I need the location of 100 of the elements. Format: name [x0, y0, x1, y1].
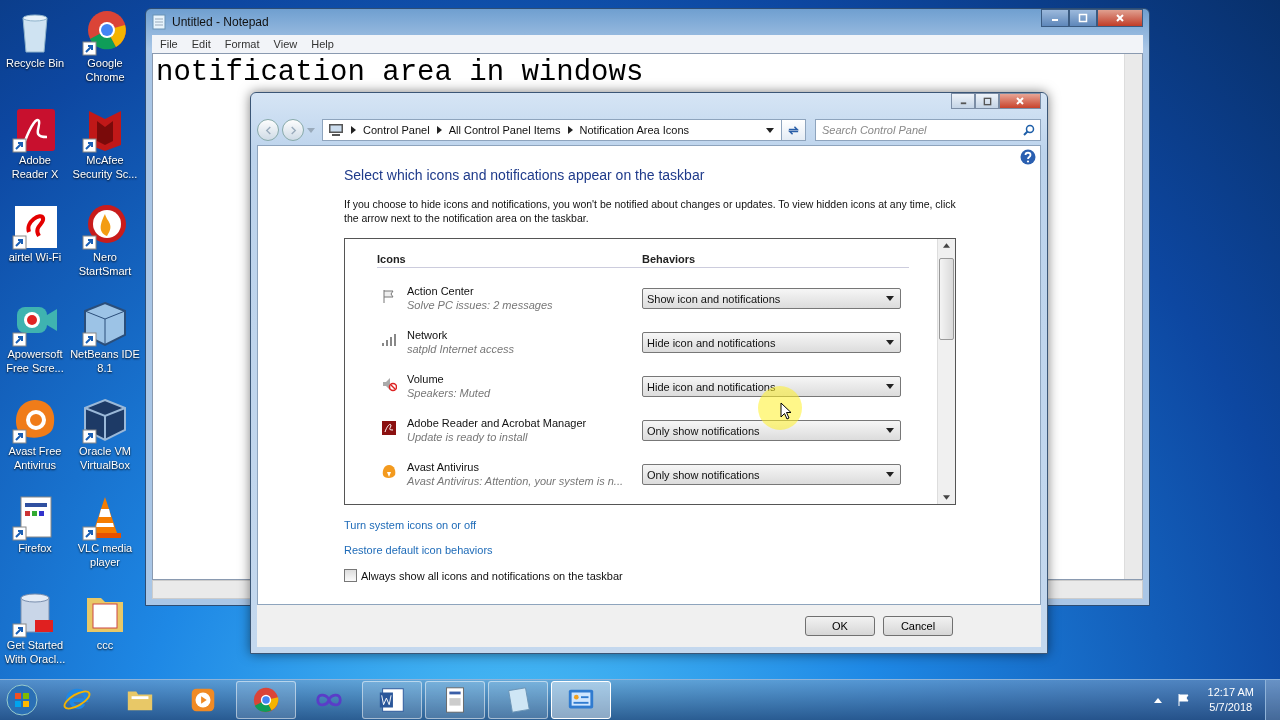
show-desktop-button[interactable]	[1265, 680, 1280, 720]
desktop-icon-label[interactable]: NetBeans IDE 8.1	[70, 347, 140, 375]
close-button[interactable]	[999, 93, 1041, 109]
desktop-icon-label[interactable]: Nero StartSmart	[70, 250, 140, 278]
maximize-button[interactable]	[1069, 9, 1097, 27]
scroll-up-icon[interactable]	[943, 243, 950, 248]
flag-icon[interactable]	[1176, 693, 1191, 707]
menu-item[interactable]: File	[160, 38, 178, 50]
minimize-button[interactable]	[951, 93, 975, 109]
caret-icon	[886, 384, 894, 389]
ok-button[interactable]: OK	[805, 616, 875, 636]
behavior-dropdown[interactable]: Only show notifications	[642, 464, 901, 485]
column-header: Behaviors	[642, 253, 696, 265]
column-header: Icons	[377, 253, 407, 265]
desktop-icon-label[interactable]: Google Chrome	[70, 56, 140, 84]
app-status: Speakers: Muted	[407, 386, 492, 400]
desktop-icon-label[interactable]: Get Started With Oracl...	[0, 638, 70, 666]
desktop-icon-label[interactable]: Apowersoft Free Scre...	[0, 347, 70, 375]
app-name: Network	[407, 328, 449, 342]
desktop-icon-label[interactable]: Oracle VM VirtualBox	[70, 444, 140, 472]
taskbar-button[interactable]	[488, 681, 548, 719]
app-status: Avast Antivirus: Attention, your system is n...	[407, 474, 624, 488]
help-icon[interactable]	[1020, 149, 1036, 165]
signal-bars-icon	[381, 332, 397, 348]
breadcrumb-item[interactable]: All Control Panel Items	[448, 124, 561, 136]
computer-icon	[328, 123, 344, 137]
desktop-icon-label[interactable]: Recycle Bin	[0, 56, 70, 70]
app-name: Action Center	[407, 284, 475, 298]
taskbar-button[interactable]	[236, 681, 296, 719]
app-status: satpld Internet access	[407, 342, 515, 356]
app-status: Solve PC issues: 2 messages	[407, 298, 554, 312]
search-field[interactable]: Search Control Panel	[815, 119, 1041, 141]
menu-item[interactable]: View	[273, 38, 298, 50]
minimize-button[interactable]	[1041, 9, 1069, 27]
refresh-button[interactable]	[781, 120, 805, 140]
menu-item[interactable]: Help	[311, 38, 334, 50]
windows-logo-icon	[6, 684, 38, 716]
desktop-icon-label[interactable]: Adobe Reader X	[0, 153, 70, 181]
taskbar-button[interactable]	[551, 681, 611, 719]
cube-icon[interactable]	[81, 299, 129, 347]
chrome-icon[interactable]	[81, 8, 129, 56]
cancel-button[interactable]: Cancel	[883, 616, 953, 636]
desktop-icon-label[interactable]: VLC media player	[70, 541, 140, 569]
breadcrumb-item[interactable]: Control Panel	[363, 124, 430, 136]
maximize-icon	[1078, 13, 1088, 23]
caret-icon	[886, 472, 894, 477]
breadcrumb-arrow-icon[interactable]	[436, 126, 442, 134]
desktop-icon-label[interactable]: Firefox	[0, 541, 70, 555]
close-button[interactable]	[1097, 9, 1143, 27]
app-name: Avast Antivirus	[407, 460, 480, 474]
show-hidden-icons-icon[interactable]	[1153, 697, 1162, 703]
document-text: notification area in windows	[156, 56, 644, 89]
close-icon	[1115, 13, 1125, 23]
mouse-pointer-icon	[780, 402, 792, 420]
chrome-icon	[251, 685, 281, 715]
caret-icon	[886, 428, 894, 433]
breadcrumb-arrow-icon[interactable]	[567, 126, 573, 134]
taskbar-button[interactable]	[362, 681, 422, 719]
close-icon	[1015, 96, 1025, 106]
desktop-icon-label[interactable]: ccc	[70, 638, 140, 652]
breadcrumb-arrow-icon[interactable]	[351, 126, 356, 134]
notepad-icon	[152, 14, 166, 30]
app-name: Volume	[407, 372, 445, 386]
behavior-dropdown[interactable]: Hide icon and notifications	[642, 332, 901, 353]
caret-icon	[886, 340, 894, 345]
blob-logo-icon	[381, 464, 397, 480]
checkbox-label[interactable]: Always show all icons and notifications on the taskbar	[361, 569, 623, 582]
page-heading: Select which icons and notifications appear on the taskbar	[344, 167, 705, 183]
search-icon[interactable]	[1023, 124, 1035, 136]
flag-icon	[381, 288, 397, 304]
desktop-icon-label[interactable]: McAfee Security Sc...	[70, 153, 140, 181]
scroll-down-icon[interactable]	[943, 495, 950, 500]
checkbox[interactable]	[344, 569, 357, 582]
caret-icon	[886, 296, 894, 301]
link[interactable]: Turn system icons on or off	[344, 519, 477, 531]
vertical-scrollbar[interactable]	[1124, 54, 1142, 579]
description-text: If you choose to hide icons and notifications, you won't be notified about changes or updates. To view hidden icons at any time, click the arrow next to the notification area on the taskbar.	[344, 197, 956, 225]
menu-item[interactable]: Format	[224, 38, 260, 50]
app-status: Update is ready to install	[407, 430, 529, 444]
behavior-dropdown[interactable]: Show icon and notifications	[642, 288, 901, 309]
breadcrumb-item[interactable]: Notification Area Icons	[579, 124, 689, 136]
clock[interactable]: 12:17 AM 5/7/2018	[1199, 685, 1262, 715]
scrollbar-thumb[interactable]	[939, 258, 954, 340]
box-cube-icon[interactable]	[81, 396, 129, 444]
desktop-icon-label[interactable]: Avast Free Antivirus	[0, 444, 70, 472]
maximize-button[interactable]	[975, 93, 999, 109]
address-bar[interactable]: Control Panel All Control Panel Items Notification Area Icons	[322, 119, 806, 141]
flame-disc-icon[interactable]	[81, 202, 129, 250]
link[interactable]: Restore default icon behaviors	[344, 544, 493, 556]
muted-speaker-icon	[381, 376, 397, 392]
behavior-dropdown[interactable]: Only show notifications	[642, 420, 901, 441]
dropdown-arrow-icon[interactable]	[766, 127, 774, 133]
maximize-icon	[982, 96, 992, 106]
menu-item[interactable]: Edit	[191, 38, 211, 50]
vertical-scrollbar[interactable]	[937, 239, 955, 504]
taskbar-button[interactable]	[425, 681, 485, 719]
behavior-dropdown[interactable]: Hide icon and notifications	[642, 376, 901, 397]
desktop-icon-label[interactable]: airtel Wi-Fi	[0, 250, 70, 264]
pdf-icon	[381, 420, 397, 436]
word-icon	[377, 685, 407, 715]
